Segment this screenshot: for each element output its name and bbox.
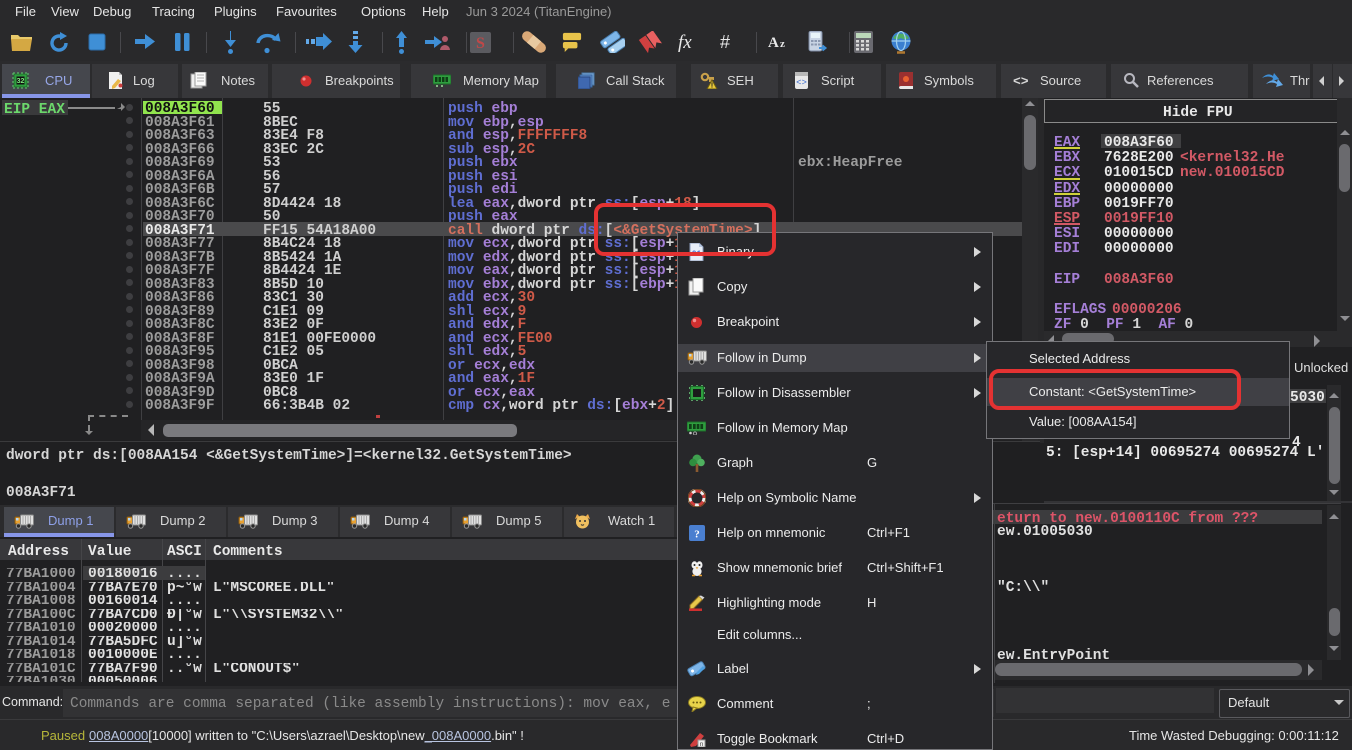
svg-text:<>: <> [796, 78, 807, 88]
svg-text:S: S [476, 35, 485, 52]
svg-text:n: n [700, 742, 703, 747]
svg-text:<>: <> [1013, 74, 1029, 86]
svg-text:32: 32 [17, 78, 25, 85]
svg-text:A: A [768, 35, 779, 51]
svg-text:z: z [780, 38, 785, 50]
svg-text:fx: fx [678, 32, 692, 52]
svg-text:#: # [720, 32, 730, 52]
svg-text:!: ! [711, 81, 714, 90]
svg-text:?: ? [694, 528, 700, 540]
